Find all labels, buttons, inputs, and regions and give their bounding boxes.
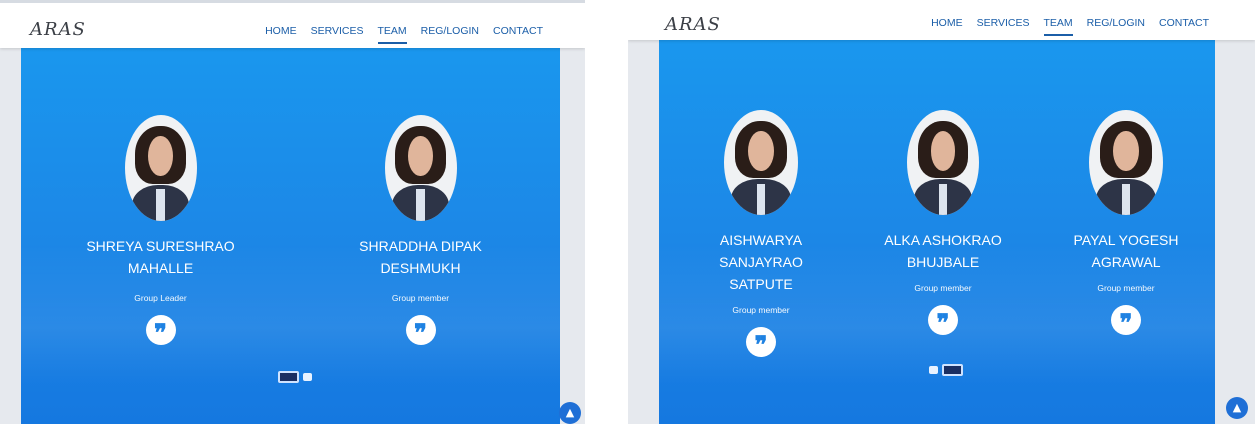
quote-icon: ❞ — [746, 327, 776, 359]
member-name: AISHWARYA SANJAYRAO SATPUTE — [719, 232, 803, 292]
member-photo — [907, 110, 979, 215]
nav-menu: HOME SERVICES TEAM REG/LOGIN CONTACT — [917, 17, 1209, 36]
carousel-dot-2[interactable] — [303, 373, 312, 381]
member-name: ALKA ASHOKRAO BHUJBALE — [884, 232, 1002, 270]
nav-menu: HOME SERVICES TEAM REG/LOGIN CONTACT — [251, 25, 543, 44]
carousel-dots — [276, 371, 314, 383]
chevron-up-icon: ▲ — [1232, 401, 1242, 414]
member-role: Group member — [1097, 283, 1155, 293]
member-name: SHREYA SURESHRAO MAHALLE — [86, 238, 235, 276]
nav-contact[interactable]: CONTACT — [493, 25, 543, 37]
nav-home[interactable]: HOME — [931, 17, 963, 29]
carousel-dots — [927, 364, 965, 376]
team-section: AISHWARYA SANJAYRAO SATPUTE Group member… — [659, 40, 1215, 424]
screenshot-left: ARAS HOME SERVICES TEAM REG/LOGIN CONTAC… — [0, 0, 585, 424]
page-margin-right — [1215, 40, 1255, 424]
member-role: Group member — [732, 305, 790, 315]
member-name: PAYAL YOGESH AGRAWAL — [1073, 232, 1179, 270]
page-margin-left — [0, 45, 21, 424]
team-member-card: SHRADDHA DIPAK DESHMUKH Group member ❞ — [333, 115, 508, 347]
nav-services[interactable]: SERVICES — [977, 17, 1030, 29]
member-name: SHRADDHA DIPAK DESHMUKH — [359, 238, 482, 276]
team-section: SHREYA SURESHRAO MAHALLE Group Leader ❞ … — [21, 45, 560, 424]
nav-home[interactable]: HOME — [265, 25, 297, 37]
navbar: ARAS HOME SERVICES TEAM REG/LOGIN CONTAC… — [0, 0, 585, 48]
carousel-dot-1[interactable] — [929, 366, 938, 374]
carousel-dot-1[interactable] — [278, 371, 299, 383]
member-photo — [1089, 110, 1163, 215]
navbar: ARAS HOME SERVICES TEAM REG/LOGIN CONTAC… — [628, 0, 1255, 40]
logo[interactable]: ARAS — [665, 14, 721, 35]
carousel-dot-2[interactable] — [942, 364, 963, 376]
nav-reg-login[interactable]: REG/LOGIN — [421, 25, 479, 37]
chevron-up-icon: ▲ — [565, 406, 575, 419]
quote-icon: ❞ — [1111, 305, 1141, 337]
nav-team[interactable]: TEAM — [377, 25, 407, 44]
member-role: Group Leader — [134, 293, 187, 303]
team-member-card: SHREYA SURESHRAO MAHALLE Group Leader ❞ — [73, 115, 248, 347]
nav-services[interactable]: SERVICES — [311, 25, 364, 37]
quote-icon: ❞ — [145, 315, 176, 347]
team-member-card: ALKA ASHOKRAO BHUJBALE Group member ❞ — [873, 110, 1013, 337]
screenshot-right: ARAS HOME SERVICES TEAM REG/LOGIN CONTAC… — [628, 0, 1255, 424]
nav-contact[interactable]: CONTACT — [1159, 17, 1209, 29]
quote-icon: ❞ — [405, 315, 436, 347]
nav-team[interactable]: TEAM — [1043, 17, 1073, 36]
page-margin-left — [628, 40, 659, 424]
page-margin-right — [560, 45, 585, 424]
member-role: Group member — [391, 293, 450, 303]
member-photo — [124, 115, 197, 221]
team-member-card: AISHWARYA SANJAYRAO SATPUTE Group member… — [691, 110, 831, 359]
member-photo — [384, 115, 457, 221]
logo[interactable]: ARAS — [30, 19, 86, 40]
back-to-top-button[interactable]: ▲ — [559, 402, 581, 424]
back-to-top-button[interactable]: ▲ — [1226, 397, 1248, 419]
member-role: Group member — [914, 283, 972, 293]
nav-reg-login[interactable]: REG/LOGIN — [1087, 17, 1145, 29]
team-member-card: PAYAL YOGESH AGRAWAL Group member ❞ — [1056, 110, 1196, 337]
member-photo — [724, 110, 798, 215]
quote-icon: ❞ — [928, 305, 958, 337]
